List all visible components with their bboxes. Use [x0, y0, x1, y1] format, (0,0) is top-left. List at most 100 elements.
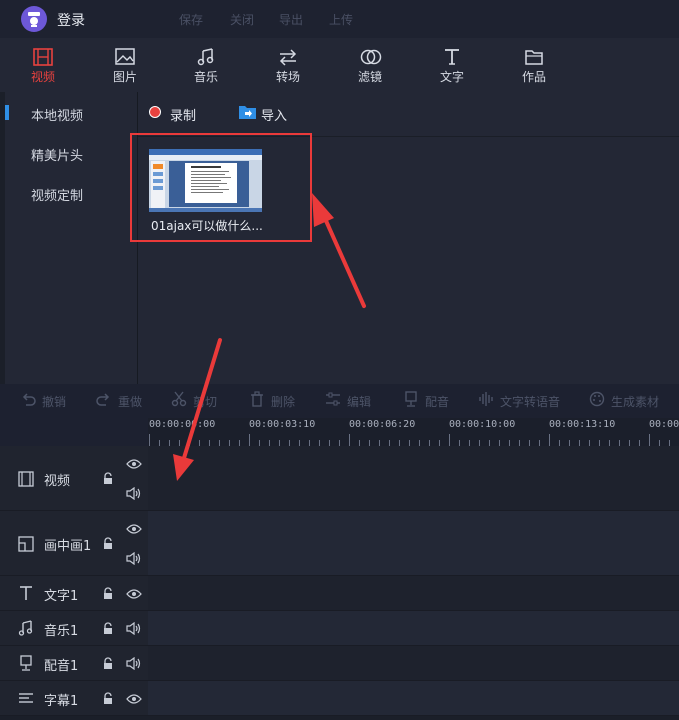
lock-icon[interactable] — [102, 692, 114, 705]
speaker-icon[interactable] — [126, 552, 142, 565]
ruler-label: 00:00:10:00 — [449, 419, 516, 430]
sliders-icon — [326, 392, 340, 406]
delete-button[interactable]: 删除 — [249, 391, 296, 410]
redo-icon — [96, 393, 110, 406]
track-lane-text[interactable] — [148, 576, 679, 611]
cut-button[interactable]: 剪切 — [171, 391, 217, 410]
tab-video[interactable]: 视频 — [13, 38, 73, 92]
eye-icon[interactable] — [126, 458, 142, 470]
track-lane-video[interactable] — [148, 446, 679, 511]
music-icon — [18, 620, 33, 636]
ruler-label: 00:00:06:20 — [349, 419, 416, 430]
lock-icon[interactable] — [102, 622, 114, 635]
tab-image[interactable]: 图片 — [95, 38, 155, 92]
ruler-tick — [649, 434, 650, 446]
track-header-video[interactable]: 视频 — [0, 446, 148, 511]
sidebar-item-intros[interactable]: 精美片头 — [31, 145, 83, 164]
track-header-dub[interactable]: 配音1 — [0, 646, 148, 681]
annotation-highlight-box — [130, 133, 312, 242]
waveform-icon — [479, 392, 493, 406]
mic-icon — [20, 655, 32, 671]
ruler-header-spacer — [0, 418, 148, 446]
tab-works-label: 作品 — [521, 70, 546, 84]
speaker-icon[interactable] — [126, 487, 142, 500]
save-menu[interactable]: 保存 — [179, 11, 203, 28]
text-to-speech-label: 文字转语音 — [500, 395, 561, 409]
track-name: 画中画1 — [44, 539, 92, 554]
record-button[interactable]: 录制 — [170, 105, 196, 124]
tab-works[interactable]: 作品 — [504, 38, 564, 92]
tab-text[interactable]: 文字 — [422, 38, 482, 92]
track-lane-pip[interactable] — [148, 511, 679, 576]
track-name: 视频 — [44, 474, 71, 489]
redo-button[interactable]: 重做 — [96, 393, 142, 410]
dub-button[interactable]: 配音 — [403, 391, 450, 410]
ruler-label: 00:00 — [649, 419, 679, 430]
lock-icon[interactable] — [102, 472, 114, 485]
film-icon — [33, 48, 53, 66]
dub-label: 配音 — [425, 395, 450, 409]
track-lane-dub[interactable] — [148, 646, 679, 681]
track-name: 配音1 — [44, 659, 79, 674]
tab-text-label: 文字 — [439, 70, 464, 84]
track-header-music[interactable]: 音乐1 — [0, 611, 148, 646]
close-menu[interactable]: 关闭 — [230, 11, 254, 28]
film-icon — [18, 471, 34, 487]
track-lane-subtitle[interactable] — [148, 681, 679, 716]
eye-icon[interactable] — [126, 693, 142, 705]
music-icon — [197, 48, 214, 66]
sidebar-item-local-video[interactable]: 本地视频 — [31, 105, 83, 124]
lock-icon[interactable] — [102, 587, 114, 600]
track-header-text[interactable]: 文字1 — [0, 576, 148, 611]
undo-button[interactable]: 撤销 — [20, 393, 66, 410]
sidebar-item-custom-video[interactable]: 视频定制 — [31, 185, 83, 204]
timeline-ruler[interactable]: 00:00:00:00 00:00:03:10 00:00:06:20 00:0… — [148, 418, 679, 446]
speaker-icon[interactable] — [126, 657, 142, 670]
generate-asset-button[interactable]: 生成素材 — [589, 391, 659, 410]
filter-icon — [360, 49, 382, 65]
active-indicator — [5, 105, 9, 120]
tab-filter[interactable]: 滤镜 — [340, 38, 400, 92]
delete-label: 删除 — [271, 395, 296, 409]
lock-icon[interactable] — [102, 537, 114, 550]
library-sidebar — [5, 92, 137, 384]
ruler-label: 00:00:13:10 — [549, 419, 616, 430]
import-icon[interactable] — [239, 104, 256, 123]
lock-icon[interactable] — [102, 657, 114, 670]
user-avatar-icon[interactable] — [21, 6, 47, 32]
speaker-icon[interactable] — [126, 622, 142, 635]
tab-transition-label: 转场 — [275, 70, 300, 84]
tab-video-label: 视频 — [30, 70, 55, 84]
trash-icon — [251, 391, 263, 407]
text-to-speech-button[interactable]: 文字转语音 — [478, 392, 561, 410]
edit-button[interactable]: 编辑 — [325, 392, 371, 410]
export-menu[interactable]: 导出 — [279, 11, 303, 28]
image-icon — [115, 48, 135, 65]
ruler-tick — [549, 434, 550, 446]
folder-icon — [525, 50, 543, 65]
ruler-label: 00:00:00:00 — [149, 419, 216, 430]
palette-icon — [589, 391, 605, 407]
eye-icon[interactable] — [126, 523, 142, 535]
undo-label: 撤销 — [42, 395, 67, 409]
record-icon[interactable] — [149, 106, 161, 118]
tab-music-label: 音乐 — [193, 70, 218, 84]
track-name: 字幕1 — [44, 694, 79, 709]
track-lane-music[interactable] — [148, 611, 679, 646]
transition-icon — [279, 49, 297, 66]
login-link[interactable]: 登录 — [57, 10, 85, 30]
upload-menu[interactable]: 上传 — [329, 11, 353, 28]
ruler-label: 00:00:03:10 — [249, 419, 316, 430]
track-header-pip[interactable]: 画中画1 — [0, 511, 148, 576]
tab-transition[interactable]: 转场 — [258, 38, 318, 92]
tab-music[interactable]: 音乐 — [176, 38, 236, 92]
mic-icon — [405, 391, 417, 407]
eye-icon[interactable] — [126, 588, 142, 600]
library-toolbar — [138, 92, 679, 137]
ruler-tick — [249, 434, 250, 446]
track-header-subtitle[interactable]: 字幕1 — [0, 681, 148, 716]
ruler-tick — [449, 434, 450, 446]
track-name: 文字1 — [44, 589, 79, 604]
import-button[interactable]: 导入 — [261, 105, 287, 124]
edit-toolbar: 撤销 重做 剪切 删除 编辑 配音 文字转语音 生成素材 — [0, 384, 679, 418]
